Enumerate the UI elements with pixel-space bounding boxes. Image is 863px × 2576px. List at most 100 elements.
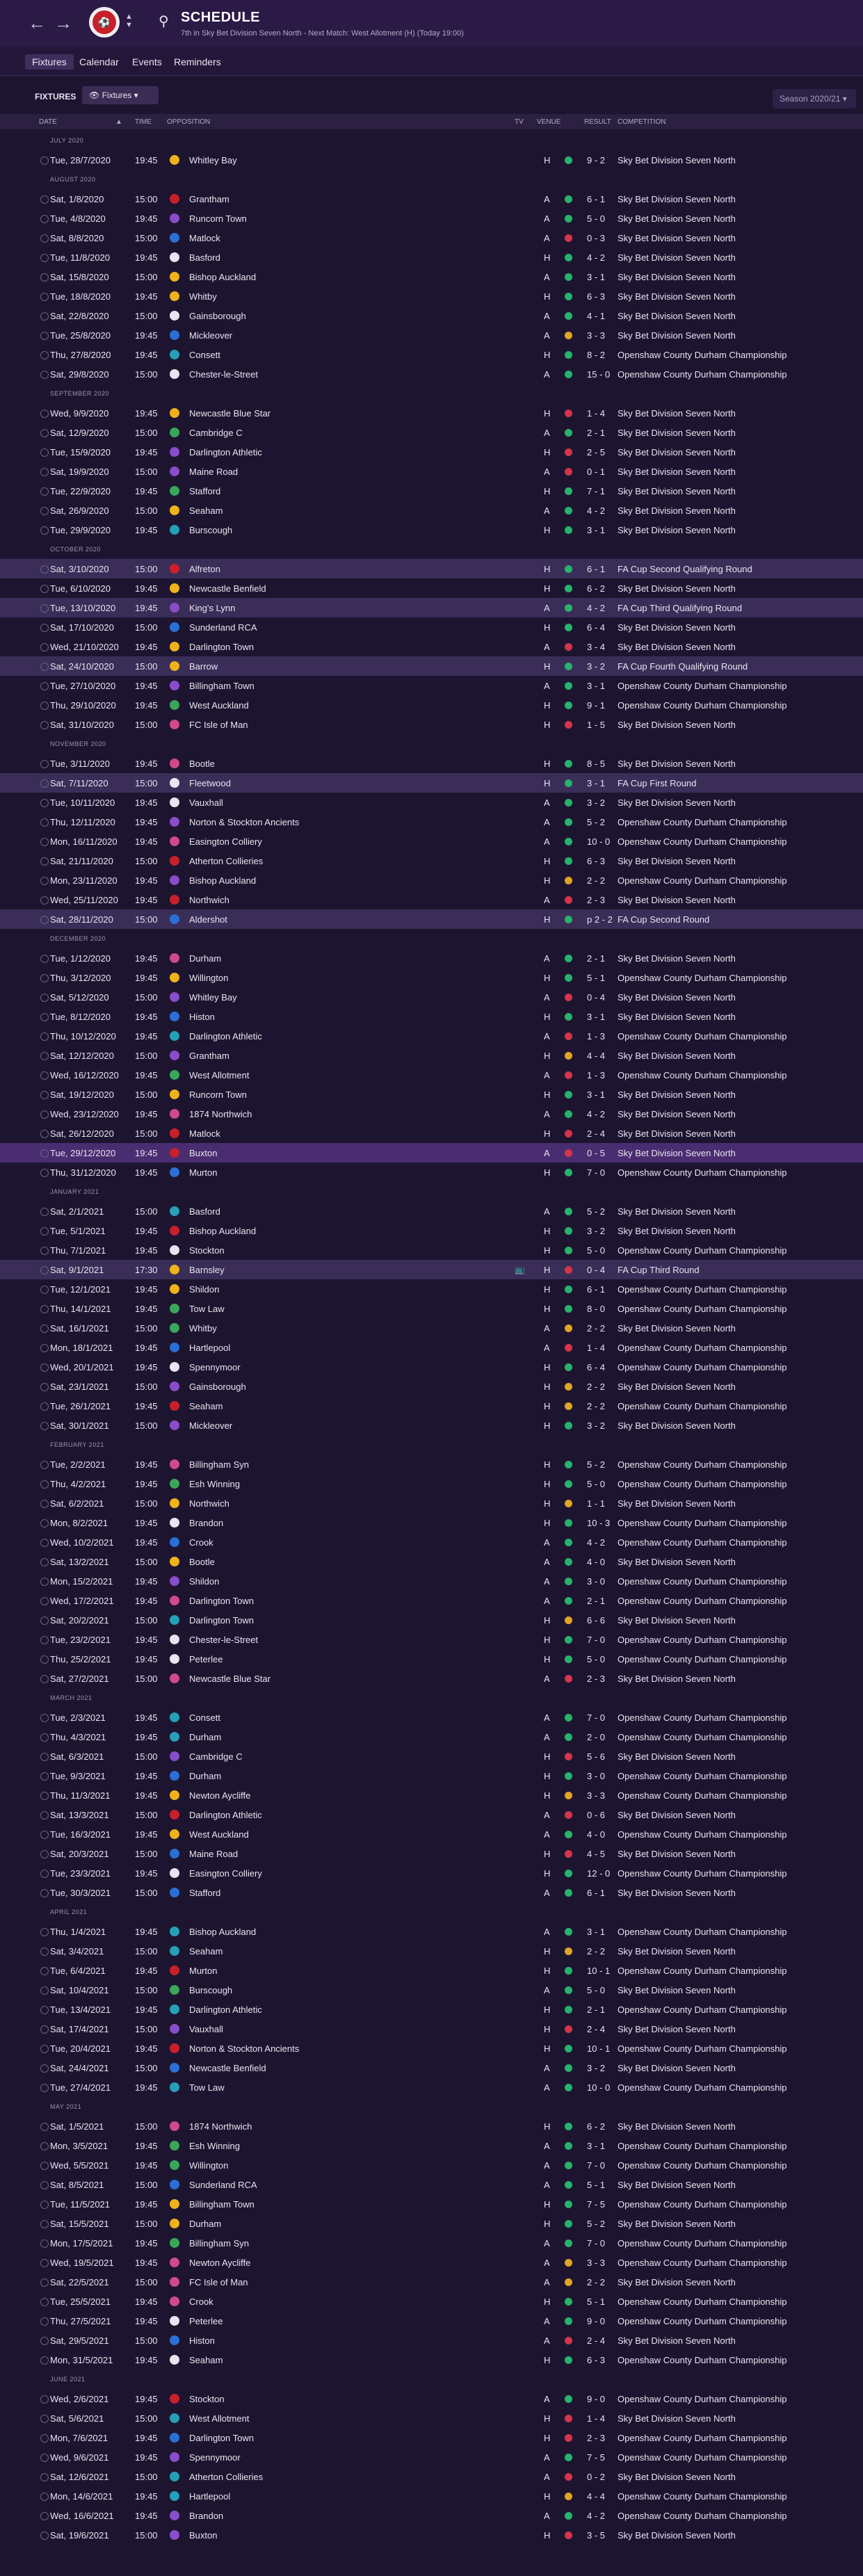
opposition-name[interactable]: Bishop Auckland: [189, 875, 256, 886]
result-score[interactable]: 1 - 3: [587, 1070, 605, 1080]
opposition-name[interactable]: FC Isle of Man: [189, 720, 248, 730]
fixture-row[interactable]: Tue, 29/12/2020 19:45 Buxton A 0 - 5 Sky Bet …: [0, 1143, 863, 1163]
result-score[interactable]: 0 - 5: [587, 1148, 605, 1158]
result-score[interactable]: 3 - 1: [587, 681, 605, 691]
tab-reminders[interactable]: Reminders: [167, 54, 228, 70]
select-circle-icon[interactable]: [40, 2512, 49, 2520]
fixture-row[interactable]: Mon, 15/2/2021 19:45 Shildon A 3 - 0 Openshaw…: [0, 1571, 863, 1591]
select-circle-icon[interactable]: [40, 156, 49, 165]
select-circle-icon[interactable]: [40, 857, 49, 866]
result-score[interactable]: 7 - 5: [587, 2452, 605, 2463]
competition-name[interactable]: Openshaw County Durham Championship: [618, 1927, 787, 1937]
result-score[interactable]: 2 - 1: [587, 2004, 605, 2015]
fixture-row[interactable]: Mon, 16/11/2020 19:45 Easington Colliery A 1…: [0, 832, 863, 851]
select-circle-icon[interactable]: [40, 604, 49, 613]
competition-name[interactable]: Sky Bet Division Seven North: [618, 447, 736, 457]
result-score[interactable]: 1 - 4: [587, 408, 605, 419]
result-score[interactable]: 2 - 2: [587, 1382, 605, 1392]
select-circle-icon[interactable]: [40, 1383, 49, 1391]
opposition-name[interactable]: Crook: [189, 2296, 213, 2307]
result-score[interactable]: 3 - 2: [587, 2063, 605, 2073]
result-score[interactable]: 3 - 5: [587, 2530, 605, 2541]
opposition-name[interactable]: Chester-le-Street: [189, 1635, 258, 1645]
fixture-row[interactable]: Wed, 10/2/2021 19:45 Crook A 4 - 2 Openshaw C…: [0, 1532, 863, 1552]
opposition-name[interactable]: Willington: [189, 973, 228, 983]
col-date[interactable]: DATE: [39, 118, 57, 126]
fixture-row[interactable]: Tue, 13/4/2021 19:45 Darlington Athletic H 2…: [0, 2000, 863, 2019]
opposition-name[interactable]: Consett: [189, 350, 220, 360]
competition-name[interactable]: Openshaw County Durham Championship: [618, 1362, 787, 1372]
competition-name[interactable]: Openshaw County Durham Championship: [618, 1031, 787, 1042]
opposition-name[interactable]: Matlock: [189, 1128, 220, 1139]
result-score[interactable]: p 2 - 2: [587, 914, 613, 925]
competition-name[interactable]: Openshaw County Durham Championship: [618, 2355, 787, 2365]
competition-name[interactable]: Sky Bet Division Seven North: [618, 1323, 736, 1334]
opposition-name[interactable]: Durham: [189, 953, 221, 964]
opposition-name[interactable]: Brandon: [189, 1518, 223, 1528]
select-circle-icon[interactable]: [40, 2337, 49, 2345]
opposition-name[interactable]: Murton: [189, 1167, 217, 1178]
col-venue[interactable]: VENUE: [537, 118, 560, 126]
select-circle-icon[interactable]: [40, 2454, 49, 2462]
competition-name[interactable]: Sky Bet Division Seven North: [618, 953, 736, 964]
opposition-name[interactable]: Vauxhall: [189, 2024, 223, 2034]
competition-name[interactable]: Openshaw County Durham Championship: [618, 1518, 787, 1528]
result-score[interactable]: 5 - 1: [587, 973, 605, 983]
competition-name[interactable]: Sky Bet Division Seven North: [618, 1051, 736, 1061]
select-circle-icon[interactable]: [40, 312, 49, 321]
opposition-name[interactable]: Darlington Athletic: [189, 2004, 262, 2015]
result-score[interactable]: 0 - 4: [587, 1265, 605, 1275]
col-opposition[interactable]: OPPOSITION: [167, 118, 210, 126]
select-circle-icon[interactable]: [40, 702, 49, 710]
opposition-name[interactable]: Whitley Bay: [189, 992, 237, 1003]
select-circle-icon[interactable]: [40, 487, 49, 496]
fixture-row[interactable]: Thu, 14/1/2021 19:45 Tow Law H 8 - 0 Openshaw…: [0, 1299, 863, 1318]
result-score[interactable]: 10 - 1: [587, 1966, 610, 1976]
fixture-row[interactable]: Sat, 20/3/2021 15:00 Maine Road H 4 - 5 Sky B…: [0, 1844, 863, 1863]
select-circle-icon[interactable]: [40, 468, 49, 476]
result-score[interactable]: 2 - 2: [587, 1401, 605, 1411]
competition-name[interactable]: Sky Bet Division Seven North: [618, 311, 736, 321]
fixture-row[interactable]: Sat, 31/10/2020 15:00 FC Isle of Man H 1 - 5…: [0, 715, 863, 734]
competition-name[interactable]: Sky Bet Division Seven North: [618, 1888, 736, 1898]
competition-name[interactable]: Openshaw County Durham Championship: [618, 1401, 787, 1411]
result-score[interactable]: 3 - 0: [587, 1771, 605, 1781]
result-score[interactable]: 4 - 0: [587, 1557, 605, 1567]
result-score[interactable]: 2 - 2: [587, 1946, 605, 1957]
result-score[interactable]: 3 - 2: [587, 1420, 605, 1431]
competition-name[interactable]: Sky Bet Division Seven North: [618, 1420, 736, 1431]
fixture-row[interactable]: Mon, 7/6/2021 19:45 Darlington Town H 2 - 3 O…: [0, 2428, 863, 2447]
competition-name[interactable]: Sky Bet Division Seven North: [618, 233, 736, 243]
opposition-name[interactable]: Newton Aycliffe: [189, 2258, 250, 2268]
opposition-name[interactable]: Shildon: [189, 1284, 219, 1295]
competition-name[interactable]: Openshaw County Durham Championship: [618, 681, 787, 691]
search-icon[interactable]: ⚲: [159, 13, 169, 30]
select-circle-icon[interactable]: [40, 1325, 49, 1333]
competition-name[interactable]: Sky Bet Division Seven North: [618, 194, 736, 204]
select-circle-icon[interactable]: [40, 877, 49, 885]
result-score[interactable]: 7 - 0: [587, 2238, 605, 2249]
fixture-row[interactable]: Sat, 9/1/2021 17:30 Barnsley 📺 H 0 - 4 FA Cup …: [0, 1260, 863, 1279]
fixture-row[interactable]: Sat, 24/4/2021 15:00 Newcastle Benfield A 3 …: [0, 2058, 863, 2077]
opposition-name[interactable]: Darlington Town: [189, 642, 254, 652]
competition-name[interactable]: Openshaw County Durham Championship: [618, 1479, 787, 1489]
select-circle-icon[interactable]: [40, 1772, 49, 1781]
result-score[interactable]: 2 - 1: [587, 953, 605, 964]
result-score[interactable]: 10 - 0: [587, 2082, 610, 2093]
fixture-row[interactable]: Tue, 29/9/2020 19:45 Burscough H 3 - 1 Sky Be…: [0, 520, 863, 540]
select-circle-icon[interactable]: [40, 1967, 49, 1975]
competition-name[interactable]: FA Cup Third Round: [618, 1265, 700, 1275]
opposition-name[interactable]: Histon: [189, 2335, 215, 2346]
competition-name[interactable]: Openshaw County Durham Championship: [618, 369, 787, 380]
result-score[interactable]: 3 - 1: [587, 1089, 605, 1100]
opposition-name[interactable]: Atherton Collieries: [189, 2472, 263, 2482]
fixture-row[interactable]: Tue, 15/9/2020 19:45 Darlington Athletic H 2…: [0, 442, 863, 462]
fixture-row[interactable]: Tue, 28/7/2020 19:45 Whitley Bay H 9 - 2 Sky …: [0, 150, 863, 170]
select-circle-icon[interactable]: [40, 2298, 49, 2306]
fixture-row[interactable]: Mon, 23/11/2020 19:45 Bishop Auckland H 2 - …: [0, 870, 863, 890]
fixture-row[interactable]: Tue, 23/3/2021 19:45 Easington Colliery H 12…: [0, 1863, 863, 1883]
result-score[interactable]: 4 - 0: [587, 1829, 605, 1840]
opposition-name[interactable]: Maine Road: [189, 467, 238, 477]
result-score[interactable]: 0 - 3: [587, 233, 605, 243]
fixture-row[interactable]: Sat, 26/9/2020 15:00 Seaham A 4 - 2 Sky Bet D…: [0, 501, 863, 520]
